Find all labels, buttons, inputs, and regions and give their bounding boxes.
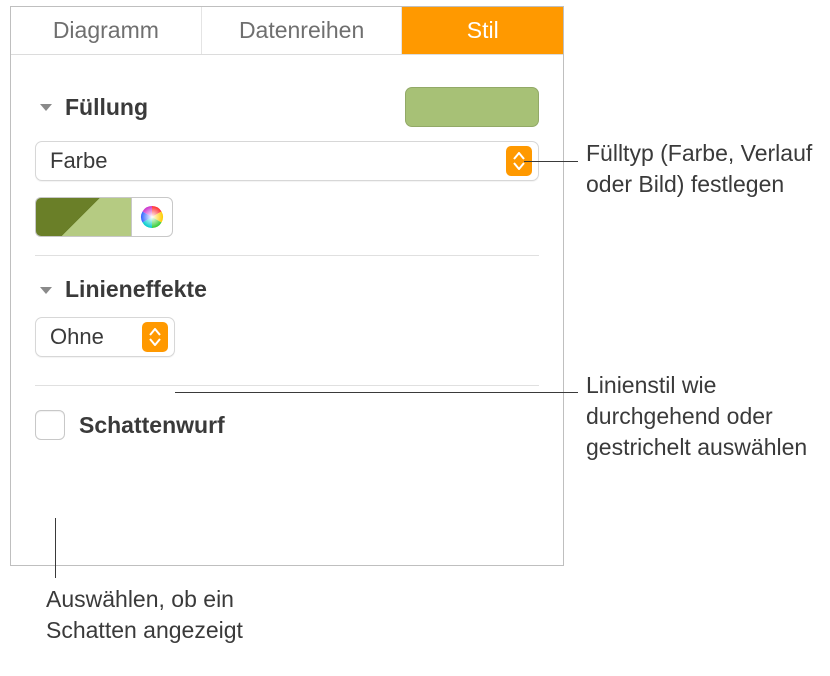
color-picker-button[interactable] — [131, 197, 173, 237]
fill-section-header: Füllung — [35, 87, 539, 127]
fill-type-popup[interactable]: Farbe — [35, 141, 539, 181]
fill-gradient-well[interactable] — [35, 197, 131, 237]
shadow-checkbox[interactable] — [35, 410, 65, 440]
callout-line — [175, 392, 578, 393]
line-disclosure-icon[interactable] — [35, 279, 57, 301]
format-inspector-panel: Diagramm Datenreihen Stil Füllung Farbe — [10, 6, 564, 566]
shadow-row: Schattenwurf — [35, 410, 539, 440]
fill-disclosure-icon[interactable] — [35, 96, 57, 118]
callout-shadow-check: Auswählen, ob ein Schatten angezeigt — [46, 584, 306, 646]
color-wheel-icon — [140, 205, 164, 229]
callout-fill-type: Fülltyp (Farbe, Verlauf oder Bild) festl… — [586, 138, 816, 200]
fill-title: Füllung — [65, 94, 148, 121]
fill-color-swatch[interactable] — [405, 87, 539, 127]
divider — [35, 385, 539, 386]
fill-color-row — [35, 197, 539, 237]
callout-line-style: Linienstil wie durchgehend oder gestrich… — [586, 370, 822, 463]
line-style-label: Ohne — [50, 324, 104, 350]
shadow-label: Schattenwurf — [79, 412, 225, 439]
divider — [35, 255, 539, 256]
dropdown-arrows-icon — [142, 322, 168, 352]
fill-type-label: Farbe — [50, 148, 107, 174]
tab-diagram[interactable]: Diagramm — [11, 7, 202, 54]
line-style-popup[interactable]: Ohne — [35, 317, 175, 357]
inspector-tabbar: Diagramm Datenreihen Stil — [11, 7, 563, 55]
style-body: Füllung Farbe — [11, 55, 563, 440]
line-effects-title: Linieneffekte — [65, 276, 207, 303]
line-effects-section-header: Linieneffekte — [35, 276, 539, 303]
tab-data-series[interactable]: Datenreihen — [202, 7, 403, 54]
callout-line — [524, 161, 578, 162]
callout-line — [55, 518, 56, 578]
tab-style[interactable]: Stil — [402, 7, 563, 54]
